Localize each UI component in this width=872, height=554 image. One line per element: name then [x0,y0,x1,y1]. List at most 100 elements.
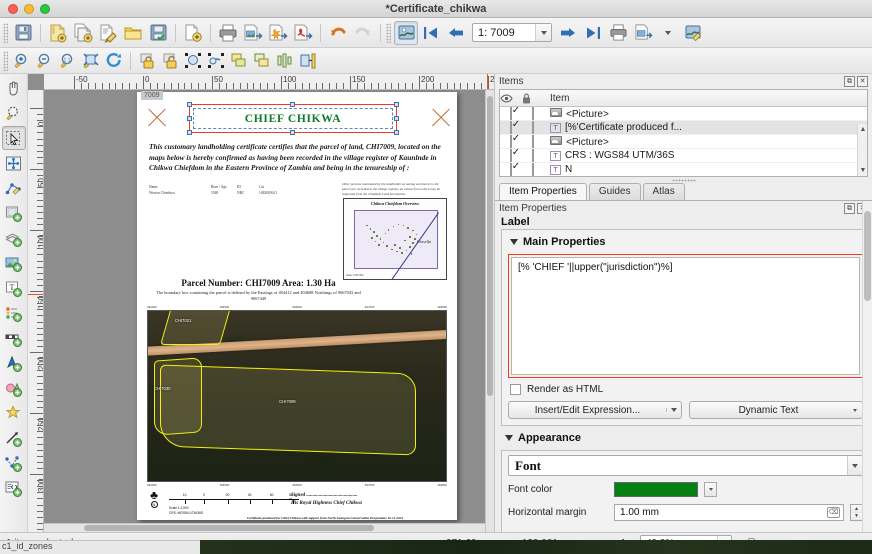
chevron-down-icon[interactable] [666,408,681,412]
atlas-preview-button[interactable] [394,20,418,45]
table-row[interactable]: T[%'Certificate produced f... [500,121,867,135]
selected-label-item[interactable]: CHIEF CHIKWA [187,102,399,135]
add-picture-tool[interactable] [2,251,26,275]
atlas-first-feature-button[interactable] [419,21,443,45]
layout-page[interactable]: 7009 CHIEF CHIKWA This customary landhol… [137,91,457,520]
atlas-print-button[interactable] [606,21,630,45]
main-properties-header[interactable]: Main Properties [510,236,863,248]
export-svg-button[interactable] [266,21,290,45]
zoom-full-button[interactable]: 1:1 [57,50,79,72]
undo-button[interactable] [326,21,350,45]
resize-handle-s[interactable] [290,130,295,135]
table-row[interactable]: TCRS : WGS84 UTM/36S [500,149,867,163]
edit-nodes-tool[interactable] [2,176,26,200]
item-visibility-checkbox[interactable] [500,135,522,148]
font-color-swatch[interactable] [614,482,698,497]
lock-items-button[interactable] [136,50,158,72]
table-row[interactable]: <Picture> [500,107,867,121]
vertical-ruler[interactable]: 050100150200250300 [28,90,44,532]
add-north-arrow-tool[interactable] [2,351,26,375]
add-node-item-tool[interactable] [2,451,26,475]
scroll-up-icon[interactable]: ▲ [859,125,867,134]
new-report-button[interactable] [181,21,205,45]
chevron-down-icon[interactable] [656,21,680,45]
render-as-html-row[interactable]: Render as HTML [510,384,863,395]
north-arrow-item[interactable]: ♣ N [149,489,159,508]
lock-icon[interactable] [522,93,544,104]
zoom-out-button[interactable] [34,50,56,72]
pan-layout-tool[interactable] [2,76,26,100]
resize-handle-ne[interactable] [394,102,399,107]
canvas-horizontal-scrollbar[interactable] [44,523,485,532]
tab-item-properties[interactable]: Item Properties [499,183,587,200]
eye-icon[interactable] [500,93,522,103]
items-list[interactable]: <Picture> T[%'Certificate produced f... <P… [500,107,867,176]
insert-edit-expression-button[interactable]: Insert/Edit Expression... [508,401,682,419]
item-visibility-checkbox[interactable] [500,121,522,134]
add-arrow-tool[interactable] [2,426,26,450]
resize-handle-nw[interactable] [187,102,192,107]
atlas-last-feature-button[interactable] [581,21,605,45]
resize-handle-se[interactable] [394,130,399,135]
zoom-tool[interactable] [2,101,26,125]
scale-bar-item[interactable]: 10 0 20 40 60 80 m Scale 1:2,500 CRS: WG… [169,493,299,515]
raise-items-button[interactable] [228,50,250,72]
distribute-items-button[interactable] [297,50,319,72]
atlas-feature-combo[interactable]: 1: 7009 [472,23,552,42]
zoom-in-button[interactable] [11,50,33,72]
add-marker-tool[interactable] [2,401,26,425]
chevron-down-icon[interactable] [847,456,862,475]
resize-handle-sw[interactable] [187,130,192,135]
overview-map-item[interactable]: Chikwa Chiefdom Overview Chaselfa Scale … [343,198,447,280]
atlas-prev-feature-button[interactable] [444,21,468,45]
collapse-triangle-icon[interactable] [510,239,518,245]
toolbar-grip[interactable] [3,22,8,43]
items-panel-close-button[interactable]: ✕ [857,76,868,87]
chevron-down-icon[interactable] [535,24,551,41]
layout-manager-button[interactable] [96,21,120,45]
table-row[interactable]: TN [500,163,867,176]
toolbar-grip[interactable] [3,50,8,71]
item-visibility-checkbox[interactable] [500,163,522,176]
items-scrollbar[interactable]: ▲ ▼ [857,124,867,176]
add-map-tool[interactable] [2,201,26,225]
item-visibility-checkbox[interactable] [500,149,522,162]
refresh-button[interactable] [103,50,125,72]
properties-float-button[interactable]: ⧉ [844,202,855,214]
export-image-button[interactable] [241,21,265,45]
export-pdf-button[interactable] [291,21,315,45]
atlas-settings-button[interactable] [681,21,705,45]
add-html-tool[interactable] [2,476,26,500]
clear-value-icon[interactable]: ⌫ [827,507,840,518]
new-layout-button[interactable] [46,21,70,45]
print-button[interactable] [216,21,240,45]
tab-guides[interactable]: Guides [588,183,641,200]
item-lock-checkbox[interactable] [522,163,544,176]
select-item-tool[interactable] [1,126,26,150]
tab-atlas[interactable]: Atlas [642,183,685,200]
resize-handle-w[interactable] [187,115,192,121]
item-lock-checkbox[interactable] [522,149,544,162]
add-shape-tool[interactable] [2,376,26,400]
unlock-items-button[interactable] [159,50,181,72]
move-item-content-tool[interactable] [2,151,26,175]
save-template-button[interactable] [146,21,170,45]
duplicate-layout-button[interactable] [71,21,95,45]
item-lock-checkbox[interactable] [522,107,544,120]
group-items-button[interactable] [182,50,204,72]
properties-scroll-area[interactable]: Main Properties [% 'CHIEF '||upper("juri… [501,229,870,532]
add-legend-tool[interactable] [2,301,26,325]
save-button[interactable] [11,21,35,45]
chevron-down-icon[interactable] [847,408,862,412]
atlas-next-feature-button[interactable] [556,21,580,45]
collapse-triangle-icon[interactable] [505,435,513,441]
appearance-header[interactable]: Appearance [505,432,870,444]
item-lock-checkbox[interactable] [522,135,544,148]
label-expression-input[interactable]: [% 'CHIEF '||upper("jurisdiction")%] [511,257,860,375]
aerial-photo-map-item[interactable]: CHI7021 CHI7030 CHI7009 [147,310,447,482]
atlas-export-image-button[interactable] [631,21,655,45]
zoom-fit-button[interactable] [80,50,102,72]
item-lock-checkbox[interactable] [522,121,544,134]
align-items-button[interactable] [274,50,296,72]
chevron-down-icon[interactable] [704,482,717,497]
